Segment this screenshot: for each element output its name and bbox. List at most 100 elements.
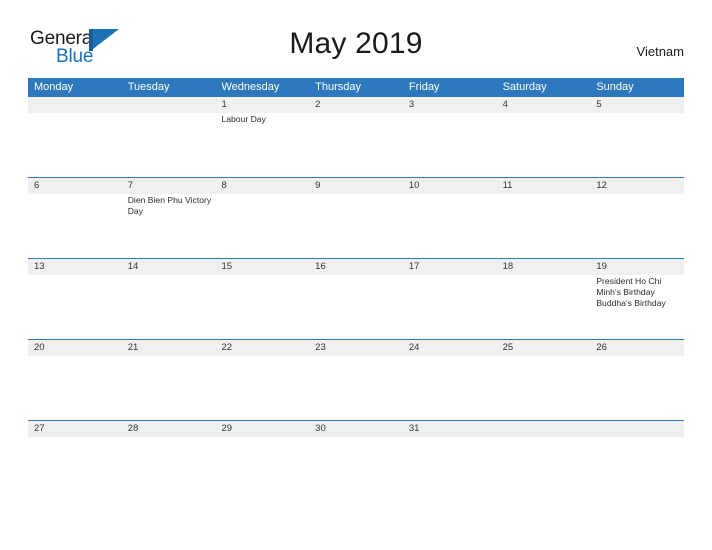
week-row: 1 2 3 4 5 Labour Day — [28, 96, 684, 177]
day-number[interactable]: 21 — [122, 340, 216, 356]
day-number[interactable]: 10 — [403, 178, 497, 194]
day-number[interactable]: 31 — [403, 421, 497, 437]
day-number[interactable]: 6 — [28, 178, 122, 194]
day-cell[interactable] — [403, 194, 497, 258]
day-cell[interactable] — [215, 275, 309, 339]
day-cell[interactable] — [215, 437, 309, 501]
week-events-band: President Ho Chi Minh's Birthday Buddha'… — [28, 275, 684, 339]
week-row: 20 21 22 23 24 25 26 — [28, 339, 684, 420]
day-cell[interactable]: President Ho Chi Minh's Birthday Buddha'… — [590, 275, 684, 339]
day-number[interactable]: 29 — [215, 421, 309, 437]
weekday-header-saturday: Saturday — [502, 81, 547, 93]
day-number[interactable]: 15 — [215, 259, 309, 275]
day-number[interactable]: 17 — [403, 259, 497, 275]
day-cell[interactable] — [497, 437, 591, 501]
day-number[interactable]: 26 — [590, 340, 684, 356]
day-number[interactable]: 9 — [309, 178, 403, 194]
day-number[interactable]: 14 — [122, 259, 216, 275]
calendar-page: General Blue May 2019 Vietnam Monday Tue… — [0, 0, 712, 550]
day-cell[interactable] — [309, 356, 403, 420]
day-number[interactable]: 24 — [403, 340, 497, 356]
day-number[interactable]: 18 — [497, 259, 591, 275]
page-title: May 2019 — [289, 27, 423, 60]
day-number[interactable]: 23 — [309, 340, 403, 356]
week-date-band: 13 14 15 16 17 18 19 — [28, 259, 684, 275]
day-number[interactable]: 7 — [122, 178, 216, 194]
weekday-header-friday: Friday — [408, 81, 440, 93]
day-cell[interactable] — [122, 113, 216, 177]
day-number[interactable] — [28, 97, 122, 113]
day-cell[interactable] — [590, 437, 684, 501]
day-number[interactable]: 20 — [28, 340, 122, 356]
day-number[interactable]: 16 — [309, 259, 403, 275]
week-date-band: 27 28 29 30 31 — [28, 421, 684, 437]
day-cell[interactable] — [590, 356, 684, 420]
day-cell[interactable] — [403, 275, 497, 339]
day-cell[interactable] — [122, 275, 216, 339]
day-cell[interactable] — [590, 113, 684, 177]
day-cell[interactable] — [497, 356, 591, 420]
week-date-band: 20 21 22 23 24 25 26 — [28, 340, 684, 356]
week-row: 6 7 8 9 10 11 12 Dien Bien Phu Victory D… — [28, 177, 684, 258]
day-cell[interactable] — [28, 275, 122, 339]
day-cell[interactable] — [497, 113, 591, 177]
day-cell[interactable] — [309, 275, 403, 339]
day-number[interactable]: 25 — [497, 340, 591, 356]
day-cell[interactable] — [403, 437, 497, 501]
day-number[interactable]: 28 — [122, 421, 216, 437]
weekday-header-sunday: Sunday — [596, 81, 634, 93]
day-number[interactable]: 13 — [28, 259, 122, 275]
week-events-band: Labour Day — [28, 113, 684, 177]
week-date-band: 1 2 3 4 5 — [28, 97, 684, 113]
weekday-header-row: Monday Tuesday Wednesday Thursday Friday… — [28, 78, 684, 96]
day-cell[interactable] — [497, 194, 591, 258]
week-row: 27 28 29 30 31 — [28, 420, 684, 501]
country-label: Vietnam — [636, 44, 684, 59]
day-cell[interactable] — [28, 194, 122, 258]
holiday-label: Labour Day — [221, 114, 266, 124]
holiday-label: President Ho Chi Minh's Birthday Buddha'… — [596, 276, 666, 309]
day-number[interactable]: 4 — [497, 97, 591, 113]
day-cell[interactable] — [215, 194, 309, 258]
weekday-header-tuesday: Tuesday — [127, 81, 170, 93]
day-number[interactable]: 1 — [215, 97, 309, 113]
day-cell[interactable] — [122, 437, 216, 501]
day-cell[interactable]: Labour Day — [215, 113, 309, 177]
day-number[interactable] — [590, 421, 684, 437]
day-cell[interactable] — [403, 113, 497, 177]
day-cell[interactable] — [403, 356, 497, 420]
day-cell[interactable]: Dien Bien Phu Victory Day — [122, 194, 216, 258]
day-cell[interactable] — [28, 437, 122, 501]
day-cell[interactable] — [215, 356, 309, 420]
weekday-header-monday: Monday — [34, 81, 74, 93]
day-number[interactable]: 27 — [28, 421, 122, 437]
day-number[interactable]: 5 — [590, 97, 684, 113]
day-number[interactable] — [122, 97, 216, 113]
day-number[interactable]: 2 — [309, 97, 403, 113]
day-cell[interactable] — [122, 356, 216, 420]
weekday-header-thursday: Thursday — [315, 81, 362, 93]
day-number[interactable]: 30 — [309, 421, 403, 437]
day-number[interactable]: 22 — [215, 340, 309, 356]
week-events-band — [28, 356, 684, 420]
day-number[interactable]: 8 — [215, 178, 309, 194]
day-cell[interactable] — [309, 437, 403, 501]
day-number[interactable]: 19 — [590, 259, 684, 275]
day-cell[interactable] — [28, 356, 122, 420]
day-cell[interactable] — [309, 113, 403, 177]
day-cell[interactable] — [28, 113, 122, 177]
day-number[interactable]: 12 — [590, 178, 684, 194]
holiday-label: Dien Bien Phu Victory Day — [127, 195, 214, 217]
day-cell[interactable] — [590, 194, 684, 258]
day-cell[interactable] — [497, 275, 591, 339]
week-date-band: 6 7 8 9 10 11 12 — [28, 178, 684, 194]
weekday-header-wednesday: Wednesday — [221, 81, 280, 93]
week-events-band — [28, 437, 684, 501]
day-number[interactable] — [497, 421, 591, 437]
page-header: General Blue May 2019 Vietnam — [28, 24, 684, 70]
calendar-grid: Monday Tuesday Wednesday Thursday Friday… — [28, 78, 684, 501]
week-events-band: Dien Bien Phu Victory Day — [28, 194, 684, 258]
day-number[interactable]: 3 — [403, 97, 497, 113]
day-cell[interactable] — [309, 194, 403, 258]
day-number[interactable]: 11 — [497, 178, 591, 194]
